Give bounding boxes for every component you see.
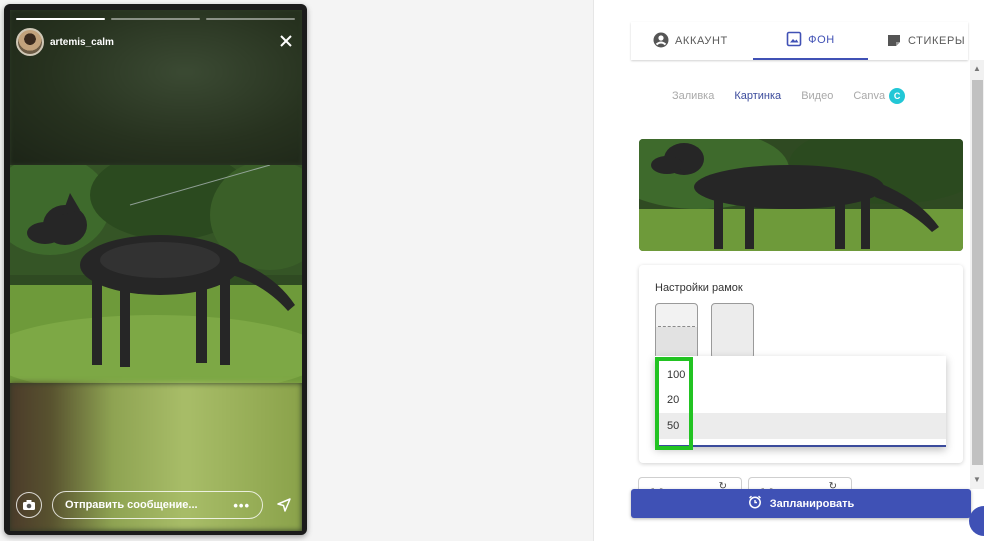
tab-background[interactable]: ФОН (753, 22, 868, 60)
subtab-fill[interactable]: Заливка (672, 90, 714, 102)
frame-option-dashed[interactable] (655, 303, 698, 359)
tab-label: АККАУНТ (675, 35, 728, 47)
message-placeholder: Отправить сообщение... (65, 499, 198, 511)
avatar (16, 28, 44, 56)
sticker-icon (886, 32, 902, 51)
tab-stickers[interactable]: СТИКЕРЫ (868, 22, 968, 60)
subtab-label: Canva (853, 89, 886, 102)
story-preview: artemis_calm Отправить сообщение... ••• (4, 4, 307, 535)
scroll-down-icon[interactable]: ▼ (973, 475, 981, 484)
tab-label: СТИКЕРЫ (908, 35, 966, 47)
scroll-thumb[interactable] (972, 80, 983, 465)
progress-segment (16, 18, 105, 20)
tab-bar: АККАУНТ ФОН СТИКЕРЫ (631, 22, 968, 60)
frame-fill (656, 327, 697, 358)
story-user: artemis_calm (16, 28, 114, 56)
dropdown-option-selected[interactable]: 50 (655, 413, 946, 439)
frame-dash (658, 326, 695, 327)
message-input[interactable]: Отправить сообщение... ••• (52, 491, 263, 519)
frame-settings-title: Настройки рамок (655, 282, 743, 294)
progress-segment (206, 18, 295, 20)
more-icon[interactable]: ••• (233, 498, 250, 513)
dropdown-options: 100 20 50 (655, 356, 946, 439)
settings-panel: АККАУНТ ФОН СТИКЕРЫ Заливка Картинка Вид… (593, 0, 984, 541)
app-root: artemis_calm Отправить сообщение... ••• (0, 0, 984, 541)
send-icon[interactable] (273, 494, 295, 516)
frame-size-dropdown: 100 20 50 (655, 356, 946, 447)
tab-label: ФОН (808, 34, 835, 46)
dropdown-option[interactable]: 100 (655, 362, 946, 388)
background-image-thumbnail[interactable] (639, 139, 963, 251)
story-username: artemis_calm (50, 36, 114, 48)
subtab-video[interactable]: Видео (801, 90, 833, 102)
frame-option-full[interactable] (711, 303, 754, 359)
story-image (10, 165, 302, 383)
canva-logo-icon: C (889, 88, 906, 104)
highlight-box (655, 357, 693, 450)
alarm-clock-icon (748, 495, 762, 512)
camera-icon[interactable] (16, 492, 42, 518)
schedule-label: Запланировать (769, 497, 855, 510)
progress-segment (111, 18, 200, 20)
story-footer: Отправить сообщение... ••• (16, 491, 295, 519)
close-icon[interactable] (279, 34, 293, 48)
subtab-canva[interactable]: Canva C (853, 88, 906, 104)
scrollbar[interactable]: ▲ ▼ (970, 60, 984, 489)
story-progress (16, 18, 295, 20)
dropdown-option[interactable]: 20 (655, 388, 946, 414)
scroll-up-icon[interactable]: ▲ (973, 64, 981, 73)
account-circle-icon (653, 32, 669, 51)
image-frame-icon (786, 31, 802, 50)
schedule-button[interactable]: Запланировать (631, 489, 971, 518)
background-type-tabs: Заливка Картинка Видео Canva C (672, 88, 906, 104)
story-background (10, 10, 302, 531)
tab-account[interactable]: АККАУНТ (631, 22, 753, 60)
subtab-image[interactable]: Картинка (734, 90, 781, 102)
